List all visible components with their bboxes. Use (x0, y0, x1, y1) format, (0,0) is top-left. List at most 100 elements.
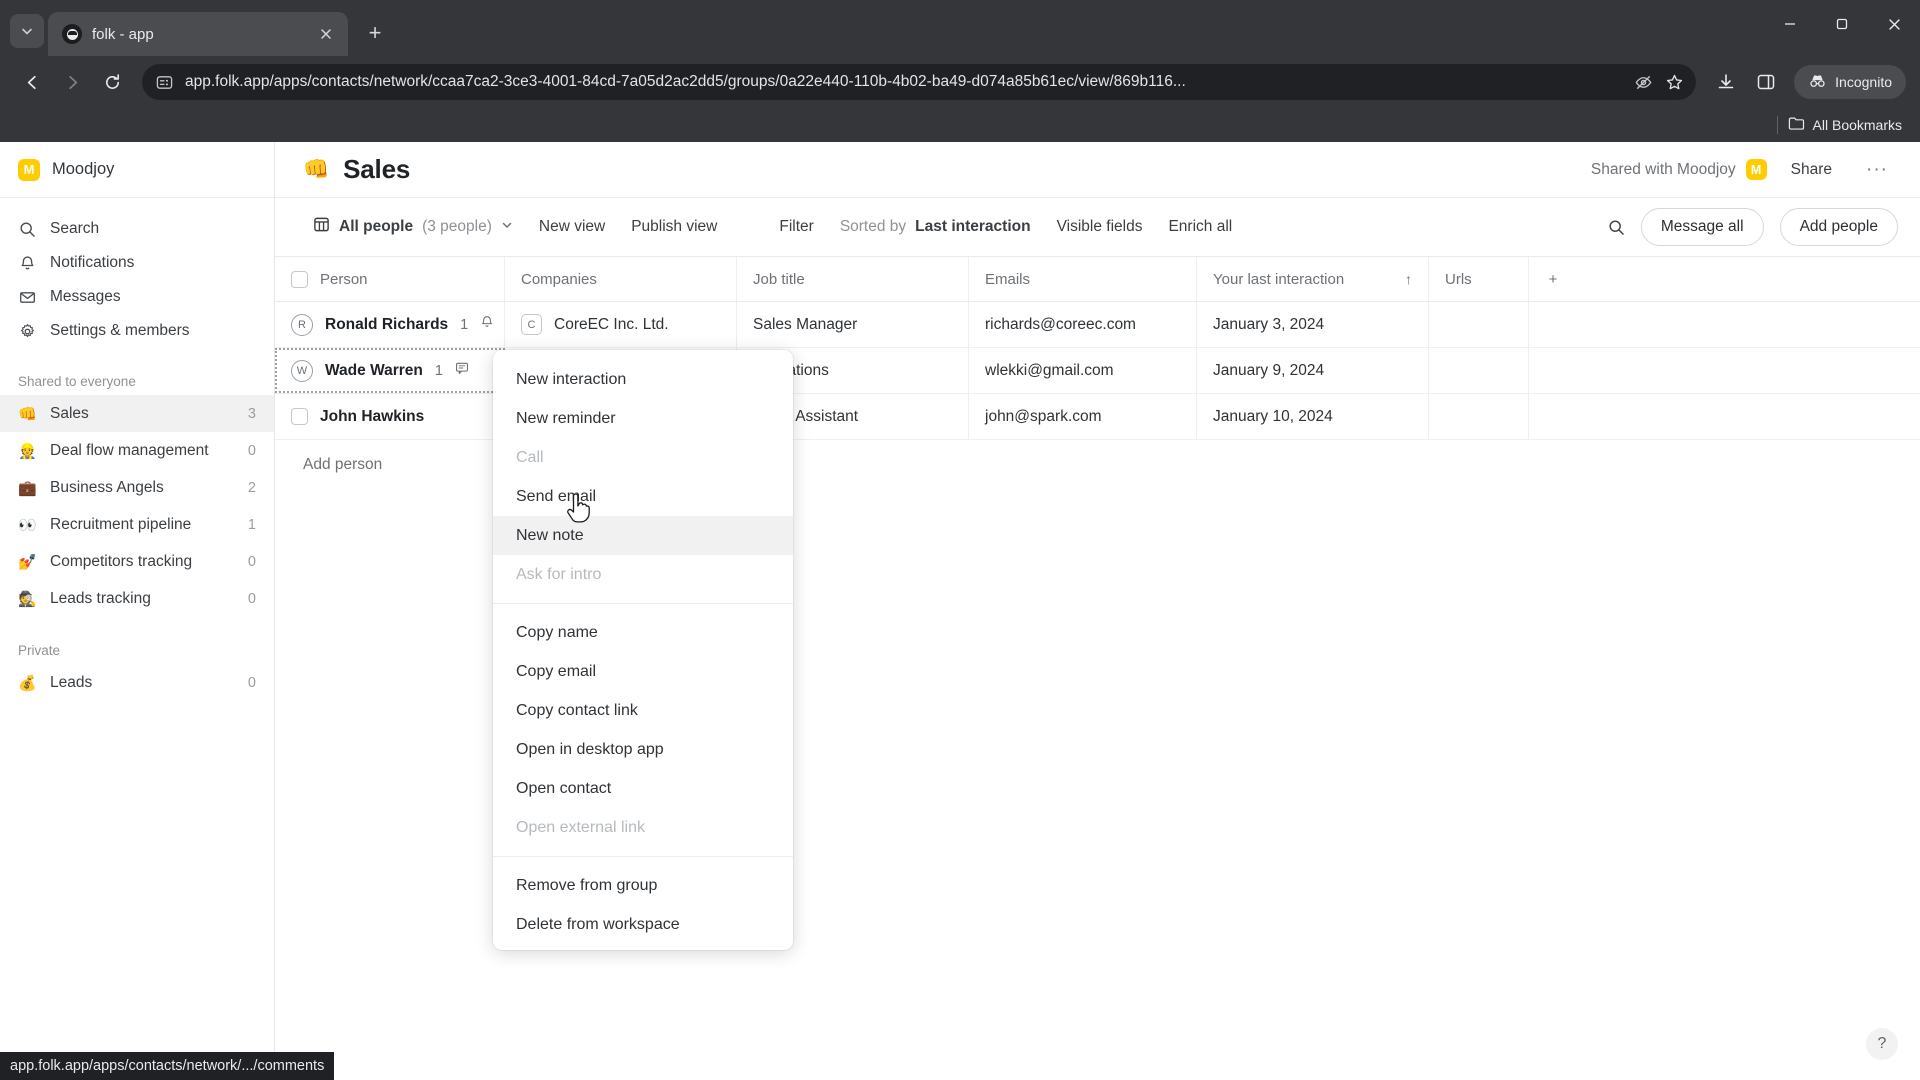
cell-email[interactable]: john@spark.com (969, 394, 1197, 439)
workspace-switcher[interactable]: M Moodjoy (0, 142, 274, 198)
menu-item-delete-from-workspace[interactable]: Delete from workspace (493, 905, 793, 944)
column-header-emails[interactable]: Emails (969, 257, 1197, 301)
cell-email[interactable]: richards@coreec.com (969, 302, 1197, 347)
new-tab-button[interactable]: + (358, 16, 392, 50)
cell-email[interactable]: wlekki@gmail.com (969, 348, 1197, 393)
shared-with-indicator[interactable]: Shared with Moodjoy M (1591, 159, 1767, 180)
cell-last-interaction[interactable]: January 10, 2024 (1197, 394, 1429, 439)
message-all-button[interactable]: Message all (1640, 208, 1764, 246)
download-icon[interactable] (1708, 64, 1744, 100)
tab-search-chevron-icon[interactable] (10, 14, 44, 48)
new-view-button[interactable]: New view (529, 211, 615, 243)
sidebar-item-search[interactable]: Search (0, 212, 274, 246)
sidebar-item-count: 0 (247, 442, 256, 459)
sidebar-item-recruitment-pipeline[interactable]: 👀 Recruitment pipeline 1 (0, 506, 274, 543)
sidebar-item-notifications[interactable]: Notifications (0, 246, 274, 280)
maximize-button[interactable] (1816, 0, 1868, 48)
menu-item-open-in-desktop-app[interactable]: Open in desktop app (493, 730, 793, 769)
cell-last-interaction[interactable]: January 3, 2024 (1197, 302, 1429, 347)
page-info-icon[interactable] (156, 74, 173, 91)
sidebar-item-settings[interactable]: Settings & members (0, 314, 274, 348)
incognito-hat-icon (1808, 74, 1827, 91)
menu-item-new-interaction[interactable]: New interaction (493, 360, 793, 399)
cell-spacer (1529, 394, 1577, 439)
share-button[interactable]: Share (1781, 155, 1842, 185)
menu-item-copy-email[interactable]: Copy email (493, 652, 793, 691)
column-header-last-interaction[interactable]: Your last interaction ↑ (1197, 257, 1429, 301)
cell-person[interactable]: John Hawkins (275, 394, 505, 439)
sidebar-item-competitors-tracking[interactable]: 💅 Competitors tracking 0 (0, 543, 274, 580)
browser-tab[interactable]: folk - app (48, 12, 348, 56)
money-bag-emoji-icon: 💰 (18, 674, 37, 692)
menu-item-new-note[interactable]: New note (493, 516, 793, 555)
column-header-job-title[interactable]: Job title (737, 257, 969, 301)
cell-urls[interactable] (1429, 302, 1529, 347)
sidebar-item-label: Messages (50, 288, 121, 305)
nail-polish-emoji-icon: 💅 (18, 553, 37, 571)
cell-last-interaction[interactable]: January 9, 2024 (1197, 348, 1429, 393)
help-button[interactable]: ? (1866, 1028, 1898, 1060)
sidebar-item-count: 3 (247, 405, 256, 422)
sidebar-item-leads-tracking[interactable]: 🕵️ Leads tracking 0 (0, 580, 274, 617)
search-icon (18, 221, 36, 238)
add-column-button[interactable]: + (1529, 257, 1577, 301)
menu-item-send-email[interactable]: Send email (493, 477, 793, 516)
publish-view-button[interactable]: Publish view (621, 211, 727, 243)
select-all-checkbox[interactable] (291, 270, 308, 288)
eye-off-icon[interactable] (1634, 73, 1653, 92)
sidebar-item-messages[interactable]: Messages (0, 280, 274, 314)
context-menu[interactable]: New interaction New reminder Call Send e… (493, 350, 793, 950)
sidebar-item-sales[interactable]: 👊 Sales 3 (0, 395, 274, 432)
address-bar[interactable]: app.folk.app/apps/contacts/network/ccaa7… (142, 64, 1697, 100)
cell-job-title[interactable]: Sales Manager (737, 302, 969, 347)
cell-person[interactable]: R Ronald Richards 1 (275, 302, 505, 347)
cell-spacer (1529, 302, 1577, 347)
workspace-name: Moodjoy (52, 160, 115, 178)
table-row[interactable]: R Ronald Richards 1 C CoreEC Inc. Ltd. S… (275, 302, 1920, 348)
sidebar-item-label: Search (50, 220, 100, 237)
more-options-button[interactable]: ··· (1856, 157, 1898, 183)
close-icon[interactable] (314, 22, 338, 46)
sidebar-item-business-angels[interactable]: 💼 Business Angels 2 (0, 469, 274, 506)
menu-item-copy-name[interactable]: Copy name (493, 613, 793, 652)
sidebar-item-count: 0 (247, 590, 256, 607)
cell-urls[interactable] (1429, 348, 1529, 393)
cell-urls[interactable] (1429, 394, 1529, 439)
visible-fields-button[interactable]: Visible fields (1047, 211, 1153, 243)
sidebar-item-count: 2 (247, 479, 256, 496)
main-content: 👊 Sales Shared with Moodjoy M Share ··· … (275, 142, 1920, 1080)
reload-button[interactable] (94, 64, 130, 100)
sort-button[interactable]: Sorted by Last interaction (830, 211, 1041, 243)
menu-item-new-reminder[interactable]: New reminder (493, 399, 793, 438)
search-icon[interactable] (1598, 212, 1635, 243)
bell-icon (480, 315, 494, 334)
side-panel-icon[interactable] (1748, 64, 1784, 100)
back-button[interactable] (14, 64, 50, 100)
close-window-button[interactable] (1868, 0, 1920, 48)
forward-button[interactable] (54, 64, 90, 100)
view-selector[interactable]: All people (3 people) (303, 209, 523, 245)
menu-item-remove-from-group[interactable]: Remove from group (493, 866, 793, 905)
menu-item-open-external-link: Open external link (516, 818, 645, 836)
sidebar-item-leads[interactable]: 💰 Leads 0 (0, 664, 274, 701)
column-header-person[interactable]: Person (275, 257, 505, 301)
enrich-all-button[interactable]: Enrich all (1158, 211, 1242, 243)
star-icon[interactable] (1665, 73, 1684, 92)
row-checkbox[interactable] (291, 408, 308, 425)
column-header-companies[interactable]: Companies (505, 257, 737, 301)
menu-item-open-contact[interactable]: Open contact (493, 769, 793, 808)
view-name: All people (339, 218, 414, 235)
add-people-button[interactable]: Add people (1779, 208, 1898, 246)
minimize-button[interactable] (1764, 0, 1816, 48)
menu-item-ask-for-intro: Ask for intro (516, 565, 602, 583)
cell-company[interactable]: C CoreEC Inc. Ltd. (505, 302, 737, 347)
sidebar-item-deal-flow-management[interactable]: 👷 Deal flow management 0 (0, 432, 274, 469)
all-bookmarks-button[interactable]: All Bookmarks (1788, 116, 1902, 134)
sidebar-group-title-shared: Shared to everyone (18, 374, 136, 389)
menu-item-copy-contact-link[interactable]: Copy contact link (493, 691, 793, 730)
incognito-indicator[interactable]: Incognito (1794, 65, 1906, 99)
column-header-urls[interactable]: Urls (1429, 257, 1529, 301)
window-controls (1764, 0, 1920, 48)
filter-button[interactable]: Filter (769, 211, 823, 243)
cell-person[interactable]: W Wade Warren 1 (275, 348, 505, 393)
